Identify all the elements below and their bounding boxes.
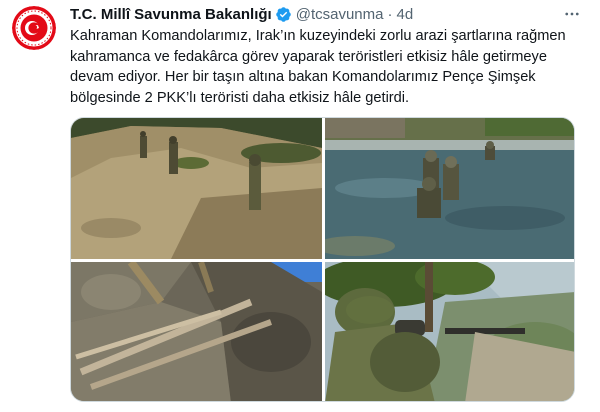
handle[interactable]: @tcsavunma — [296, 6, 384, 23]
photo-soldiers-hillside[interactable] — [71, 118, 322, 259]
display-name[interactable]: T.C. Millî Savunma Bakanlığı — [70, 6, 272, 23]
separator-dot: · — [387, 5, 393, 23]
mod-emblem-icon — [12, 6, 56, 50]
tweet-text: Kahraman Komandolarımız, Irak’ın kuzeyin… — [70, 28, 566, 106]
verified-badge-icon — [275, 6, 292, 23]
avatar[interactable] — [12, 6, 56, 50]
media-grid — [70, 117, 575, 402]
more-options-icon[interactable] — [558, 4, 586, 24]
photo-river-crossing[interactable] — [325, 118, 574, 259]
photo-rock-crevice[interactable] — [71, 262, 322, 401]
tweet-header: T.C. Millî Savunma Bakanlığı @tcsavunma … — [70, 4, 586, 24]
photo-soldier-binoculars[interactable] — [325, 262, 574, 401]
tweet[interactable]: T.C. Millî Savunma Bakanlığı @tcsavunma … — [0, 0, 600, 412]
timestamp[interactable]: 4d — [396, 6, 413, 23]
